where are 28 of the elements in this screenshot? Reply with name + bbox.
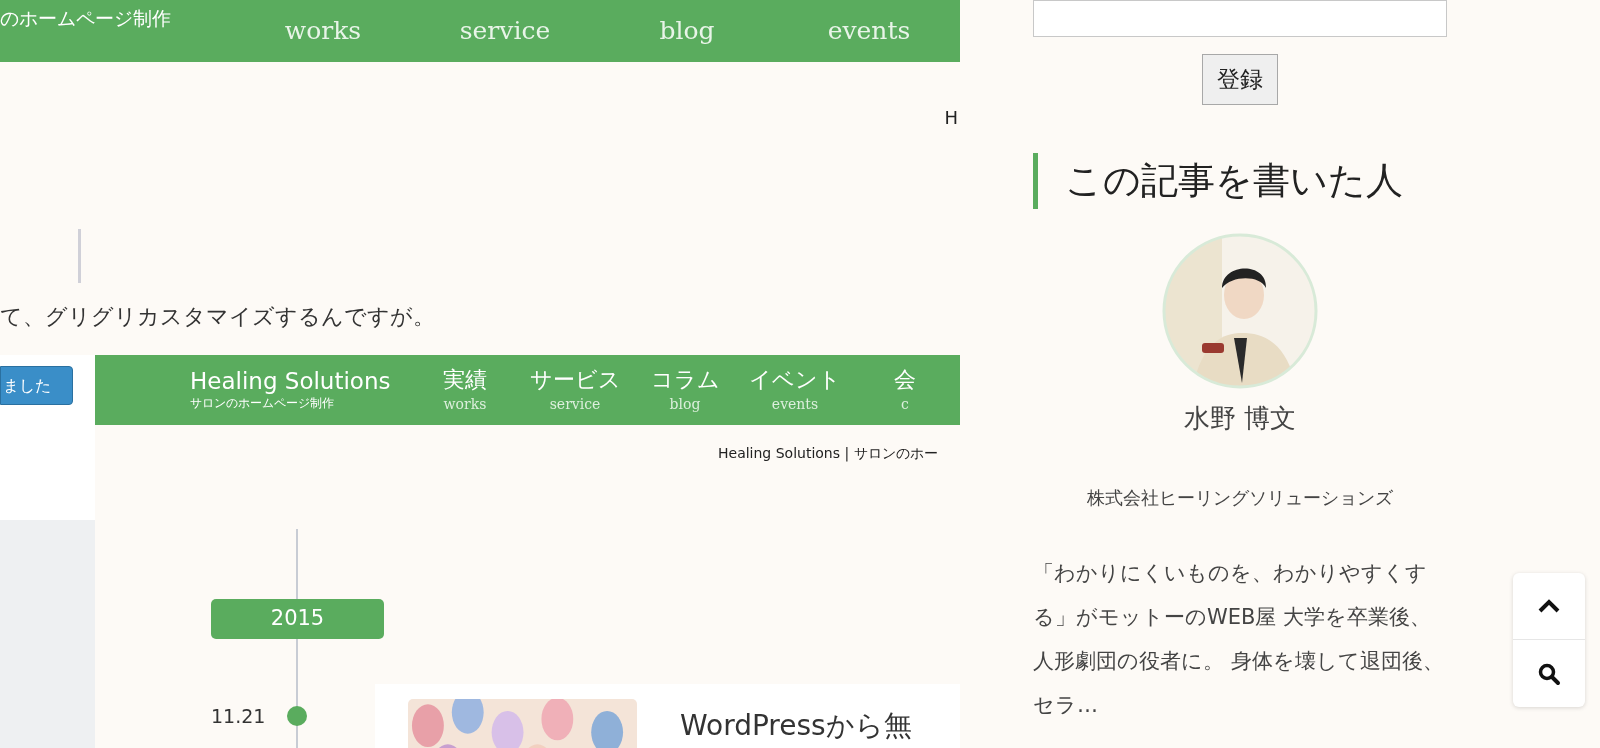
breadcrumb: Healing Solutions | サロンのホー: [718, 444, 938, 464]
site-subtitle: のホームページ制作: [0, 6, 172, 31]
nav-link[interactable]: works: [232, 12, 414, 50]
nav-link[interactable]: 会 c: [850, 365, 960, 415]
author-name: 水野 博文: [1183, 402, 1297, 435]
post-title: WordPressから無: [680, 709, 912, 744]
author-company: 株式会社ヒーリングソリューションズ: [1087, 486, 1393, 510]
section-heading: この記事を書いた人: [1065, 158, 1403, 205]
nav-link[interactable]: events: [778, 12, 960, 50]
nav-link[interactable]: 実績 works: [410, 365, 520, 415]
site-title[interactable]: Healing Solutions: [190, 368, 410, 394]
nav-link[interactable]: イベント events: [740, 365, 850, 415]
nav-link[interactable]: blog: [596, 12, 778, 50]
nav-link[interactable]: コラム blog: [630, 365, 740, 415]
breadcrumb: H: [944, 106, 958, 130]
publish-button[interactable]: ました: [0, 366, 73, 405]
nav-link[interactable]: service: [414, 12, 596, 50]
paragraph: て、グリグリカスタマイズするんですが。: [0, 303, 436, 331]
submit-button[interactable]: 登録: [1202, 54, 1278, 105]
search-icon: [1537, 661, 1561, 686]
author-bio: 「わかりにくいものを、わかりやすくする」がモットーのWEB屋 大学を卒業後、人形劇団の役者に。 身体を壊して退団後、セラ…: [1033, 560, 1445, 719]
post-date: 11.21: [211, 704, 267, 729]
site-subtitle: サロンのホームページ制作: [190, 395, 335, 412]
post-card[interactable]: WordPressから無: [375, 684, 960, 748]
message-field[interactable]: [1033, 0, 1447, 37]
nav-link[interactable]: サービス service: [520, 365, 630, 415]
chevron-up-icon: [1537, 598, 1561, 614]
year-label: 2015: [211, 599, 384, 639]
